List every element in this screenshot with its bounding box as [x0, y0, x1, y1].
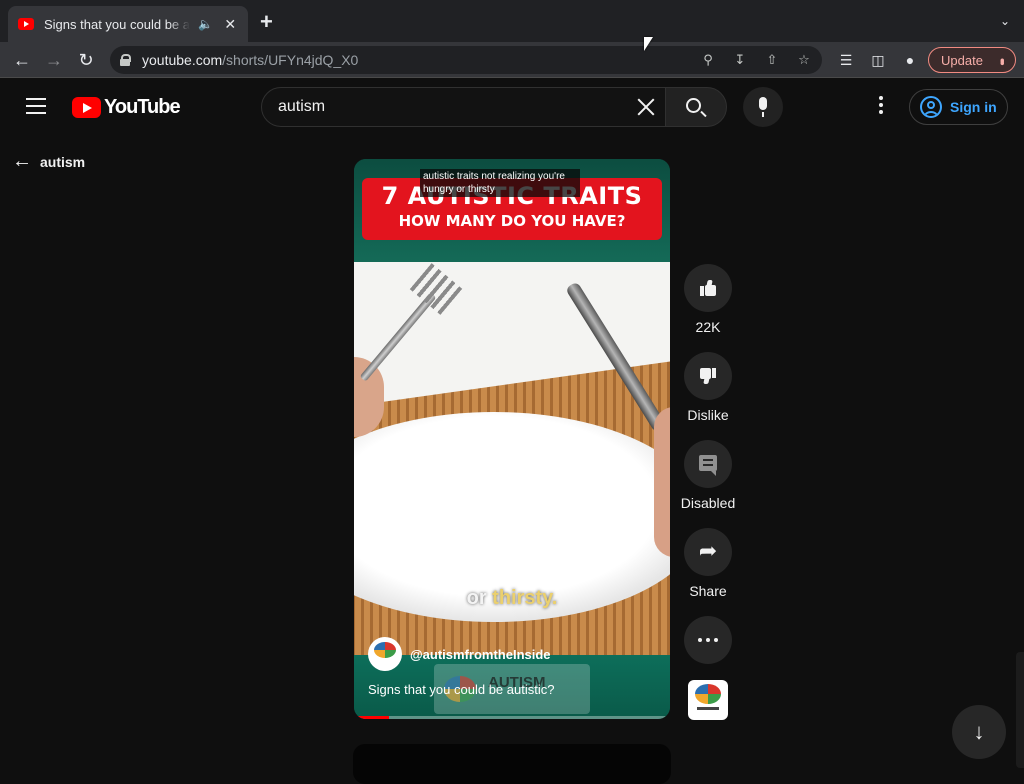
share-action: ➦ Share	[684, 528, 732, 599]
youtube-favicon-icon	[18, 18, 34, 30]
closed-caption: autistic traits not realizing you're hun…	[420, 169, 580, 197]
short-video-player[interactable]: 7 AUTISTIC TRAITS HOW MANY DO YOU HAVE? …	[354, 159, 670, 719]
omnibox-actions: ⚲ ↧ ⇧ ☆	[698, 50, 814, 70]
thumbs-down-icon	[700, 368, 716, 384]
channel-name[interactable]: @autismfromtheInside	[410, 647, 551, 662]
more-action	[684, 616, 732, 664]
more-horizontal-icon	[698, 638, 718, 642]
channel-avatar[interactable]	[368, 637, 402, 671]
comments-button[interactable]	[684, 440, 732, 488]
share-arrow-icon: ➦	[698, 538, 718, 563]
settings-menu-icon[interactable]	[872, 96, 890, 118]
update-button[interactable]: Update •••	[928, 47, 1016, 73]
share-label: Share	[689, 583, 727, 599]
short-title[interactable]: Signs that you could be autistic?	[368, 682, 554, 697]
back-label: autism	[40, 153, 86, 170]
forward-arrow-icon[interactable]: →	[42, 48, 66, 72]
lock-icon[interactable]	[120, 54, 131, 66]
install-app-icon[interactable]: ↧	[730, 50, 750, 70]
banner-line-2: HOW MANY DO YOU HAVE?	[398, 212, 626, 230]
browser-menu-icon[interactable]: •••	[995, 58, 1010, 63]
like-count: 22K	[695, 319, 721, 335]
sign-in-label: Sign in	[950, 99, 997, 115]
caption-highlight: thirsty.	[492, 587, 558, 609]
guide-menu-icon[interactable]	[26, 98, 46, 114]
youtube-wordmark: YouTube	[104, 96, 181, 118]
video-progress-fill	[354, 716, 389, 719]
clear-search-icon[interactable]	[635, 96, 657, 118]
next-short-preview[interactable]	[353, 744, 671, 784]
mouse-cursor-icon	[644, 37, 653, 51]
video-progress-bar[interactable]	[354, 716, 670, 719]
comments-label: Disabled	[680, 495, 736, 511]
next-short-button[interactable]: ↓	[952, 705, 1006, 759]
like-button[interactable]	[684, 264, 732, 312]
back-arrow-icon: ←	[12, 150, 32, 172]
update-label: Update	[941, 52, 983, 68]
reload-icon[interactable]: ↻	[74, 48, 98, 72]
dislike-action: Dislike	[684, 352, 732, 423]
share-button[interactable]: ➦	[684, 528, 732, 576]
thumbs-up-icon	[700, 280, 716, 296]
search-button[interactable]	[665, 87, 727, 127]
browser-tabstrip: Signs that you could be autistic? 🔈 ✕ + …	[0, 0, 1024, 42]
dislike-button[interactable]	[684, 352, 732, 400]
fork	[359, 292, 437, 382]
back-arrow-icon[interactable]: ←	[10, 48, 34, 72]
youtube-play-icon	[72, 97, 101, 118]
search-input[interactable]: autism	[261, 87, 666, 127]
sign-in-button[interactable]: Sign in	[909, 89, 1008, 125]
burned-in-caption: or thirsty.	[354, 587, 670, 610]
account-icon	[920, 96, 942, 118]
youtube-logo[interactable]: YouTube	[72, 96, 181, 119]
media-queue-icon[interactable]: ☰	[836, 50, 856, 70]
address-bar[interactable]: youtube.com/shorts/UFYn4jdQ_X0 ⚲ ↧ ⇧ ☆	[110, 46, 822, 74]
arrow-down-icon: ↓	[973, 719, 985, 744]
channel-row[interactable]: @autismfromtheInside	[368, 637, 551, 671]
back-to-search-button[interactable]: ← autism	[12, 150, 85, 173]
search-icon	[686, 98, 701, 113]
browser-tab[interactable]: Signs that you could be autistic? 🔈 ✕	[8, 6, 248, 42]
browser-toolbar: ← → ↻ youtube.com/shorts/UFYn4jdQ_X0 ⚲ ↧…	[0, 42, 1024, 78]
tab-close-icon[interactable]: ✕	[222, 16, 238, 33]
url-host: youtube.com	[142, 52, 223, 68]
speaker-icon[interactable]: 🔈	[198, 17, 213, 31]
video-frame: or thirsty.	[354, 262, 670, 662]
zoom-search-icon[interactable]: ⚲	[698, 50, 718, 70]
scrollbar[interactable]	[1016, 652, 1024, 768]
comments-action: Disabled	[681, 440, 735, 511]
tab-search-chevron-icon[interactable]: ⌄	[1000, 14, 1010, 28]
comment-icon	[699, 455, 717, 476]
like-action: 22K	[684, 264, 732, 335]
dislike-label: Dislike	[687, 407, 729, 423]
bookmark-star-icon[interactable]: ☆	[794, 50, 814, 70]
side-panel-icon[interactable]: ◫	[868, 50, 888, 70]
more-options-button[interactable]	[684, 616, 732, 664]
voice-search-button[interactable]	[743, 87, 783, 127]
microphone-icon	[759, 97, 767, 117]
url-path: /shorts/UFYn4jdQ_X0	[222, 52, 359, 68]
right-hand	[654, 407, 670, 557]
sound-source-thumbnail[interactable]	[688, 680, 728, 720]
caption-plain: or	[466, 587, 487, 609]
new-tab-button[interactable]: +	[260, 11, 273, 33]
share-page-icon[interactable]: ⇧	[762, 50, 782, 70]
tab-title: Signs that you could be autistic?	[44, 16, 190, 32]
search-query: autism	[278, 98, 326, 115]
profile-icon[interactable]: ●	[900, 50, 920, 70]
